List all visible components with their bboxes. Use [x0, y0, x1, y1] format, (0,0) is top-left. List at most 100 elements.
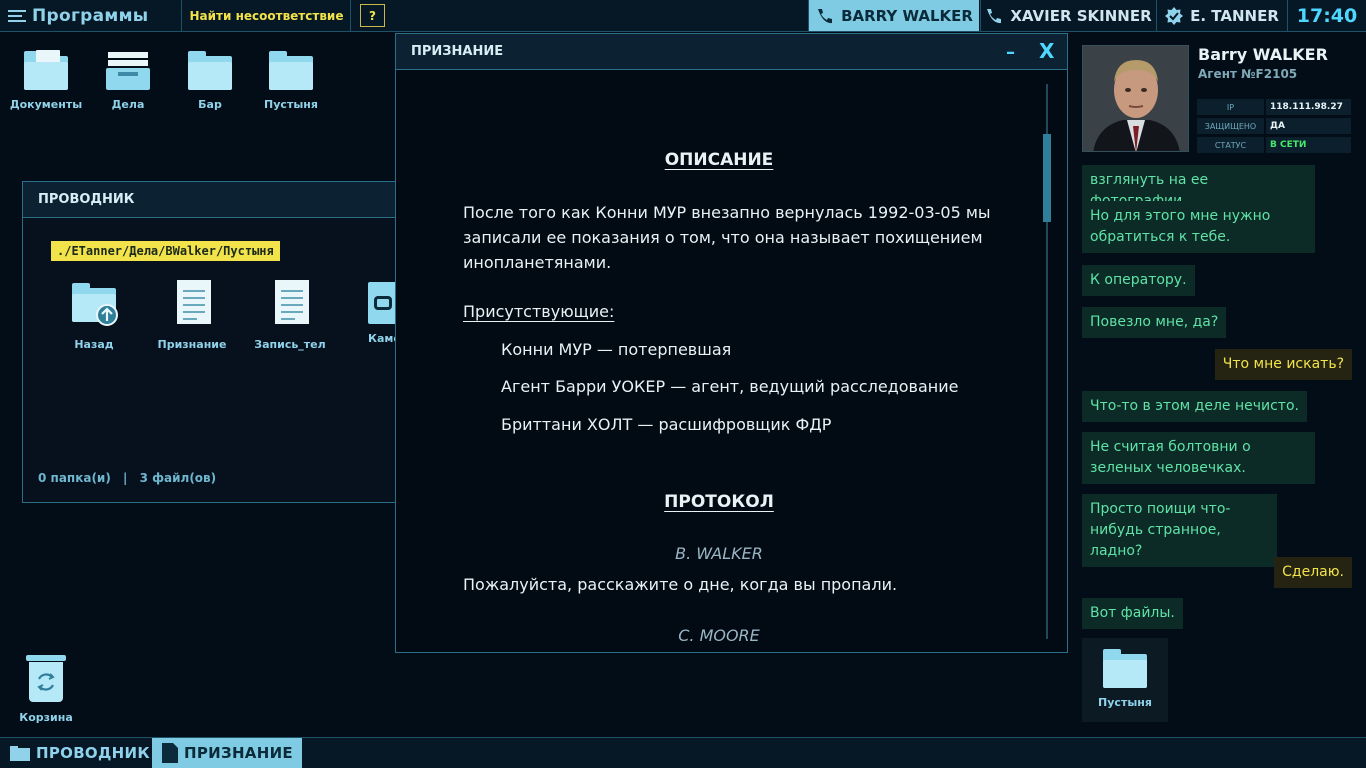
desktop-icon-cases[interactable]: Дела — [88, 48, 168, 111]
present-item: Бриттани ХОЛТ — расшифровщик ФДР — [501, 415, 832, 434]
desktop-icon-documents[interactable]: Документы — [6, 48, 86, 111]
menu-icon — [8, 9, 26, 23]
contact-agent-id: Агент №F2105 — [1198, 67, 1298, 81]
contact-tab-label: XAVIER SKINNER — [1010, 6, 1152, 25]
document-icon — [266, 280, 314, 332]
file-back[interactable]: Назад — [54, 280, 134, 351]
minimize-button[interactable]: – — [1006, 42, 1015, 63]
confession-window: ПРИЗНАНИЕ – X ОПИСАНИЕ После того как Ко… — [395, 33, 1068, 653]
chat-message-incoming: Не считая болтовни о зеленых человечках. — [1082, 432, 1315, 484]
description-heading: ОПИСАНИЕ — [664, 150, 774, 170]
find-mismatch-button[interactable]: Найти несоответствие — [183, 0, 351, 31]
file-label: Каме — [368, 332, 398, 345]
status-separator: | — [123, 471, 128, 485]
file-label: Запись_тел — [254, 338, 326, 351]
programs-label: Программы — [32, 5, 149, 26]
camera-icon — [368, 280, 398, 332]
shared-folder-label: Пустыня — [1098, 696, 1152, 709]
explorer-title-bar[interactable]: ПРОВОДНИК — [23, 182, 399, 218]
taskbar-label: ПРИЗНАНИЕ — [184, 744, 293, 762]
chat-message-incoming: Но для этого мне нужно обратиться к тебе… — [1082, 201, 1315, 253]
chat-message-incoming: Что-то в этом деле нечисто. — [1082, 391, 1307, 422]
explorer-title: ПРОВОДНИК — [38, 192, 135, 207]
confession-title: ПРИЗНАНИЕ — [411, 44, 504, 59]
file-label: Назад — [74, 338, 114, 351]
top-bar: Программы Найти несоответствие ? BARRY W… — [0, 0, 1366, 32]
confession-title-bar[interactable]: ПРИЗНАНИЕ – X — [396, 34, 1067, 70]
desktop-icon-label: Пустыня — [264, 98, 318, 111]
contact-photo — [1082, 45, 1189, 152]
protocol-heading: ПРОТОКОЛ — [664, 492, 774, 512]
transcript-line: Пожалуйста, расскажите о дне, когда вы п… — [463, 575, 898, 594]
speaker-label: B. WALKER — [675, 544, 763, 563]
programs-menu-button[interactable]: Программы — [0, 0, 182, 31]
trash-label: Корзина — [19, 711, 73, 724]
info-value: 118.111.98.27 — [1266, 99, 1351, 115]
explorer-status-bar: 0 папка(и) | 3 файл(ов) — [38, 471, 216, 485]
phone-icon — [818, 8, 833, 23]
documents-folder-icon — [22, 48, 70, 92]
contact-tab-label: E. TANNER — [1190, 6, 1279, 25]
folder-count: 0 папка(и) — [38, 471, 111, 485]
file-phone-record[interactable]: Запись_тел — [250, 280, 330, 351]
contact-tab-barry-walker[interactable]: BARRY WALKER — [808, 0, 979, 31]
contact-panel: Barry WALKER Агент №F2105 IP 118.111.98.… — [1070, 33, 1366, 736]
info-key: СТАТУС — [1197, 137, 1264, 153]
present-heading: Присутствующие: — [463, 302, 615, 321]
badge-icon — [1165, 6, 1184, 25]
info-value: ДА — [1266, 118, 1351, 134]
folder-up-icon — [70, 280, 118, 332]
chat-message-incoming: Просто поищи что-нибудь странное, ладно? — [1082, 494, 1277, 567]
desktop-icon-label: Дела — [111, 98, 145, 111]
document-icon — [162, 743, 178, 763]
speaker-label: C. MOORE — [678, 626, 760, 645]
file-count: 3 файл(ов) — [139, 471, 217, 485]
info-key: IP — [1197, 99, 1264, 115]
folder-icon — [1101, 646, 1149, 690]
description-line: записали ее показания о том, что она наз… — [463, 228, 983, 247]
help-button[interactable]: ? — [360, 4, 385, 27]
chat-message-outgoing: Сделаю. — [1274, 557, 1352, 588]
taskbar-item-explorer[interactable]: ПРОВОДНИК — [0, 738, 150, 768]
chat-message-incoming: Повезло мне, да? — [1082, 307, 1227, 338]
document-icon — [168, 280, 216, 332]
desktop-icon-label: Бар — [198, 98, 222, 111]
desktop-icon-desert[interactable]: Пустыня — [251, 48, 331, 111]
folder-icon — [267, 48, 315, 92]
info-key: ЗАЩИЩЕНО — [1197, 118, 1264, 134]
path-breadcrumb: ./ETanner/Дела/BWalker/Пустыня — [51, 241, 280, 261]
status-online-badge: В СЕТИ — [1266, 137, 1351, 153]
present-item: Агент Барри УОКЕР — агент, ведущий рассл… — [501, 377, 959, 396]
info-row-status: СТАТУС В СЕТИ — [1197, 137, 1351, 153]
desktop-icon-bar[interactable]: Бар — [170, 48, 250, 111]
description-line: После того как Конни МУР внезапно вернул… — [463, 203, 991, 222]
info-row-secured: ЗАЩИЩЕНО ДА — [1197, 118, 1351, 134]
contact-tab-label: BARRY WALKER — [841, 6, 973, 25]
file-confession[interactable]: Признание — [152, 280, 232, 351]
chat-message-incoming: Вот файлы. — [1082, 598, 1183, 629]
explorer-window: ПРОВОДНИК ./ETanner/Дела/BWalker/Пустыня… — [22, 181, 400, 503]
shared-folder-desert[interactable]: Пустыня — [1082, 638, 1168, 722]
clock: 17:40 — [1287, 0, 1366, 31]
taskbar-item-confession[interactable]: ПРИЗНАНИЕ — [152, 738, 302, 768]
chat-message-outgoing: Что мне искать? — [1214, 349, 1352, 380]
close-button[interactable]: X — [1039, 39, 1054, 63]
contact-tab-e-tanner[interactable]: E. TANNER — [1156, 0, 1286, 31]
desktop-icon-label: Документы — [9, 98, 83, 111]
scrollbar-thumb[interactable] — [1043, 134, 1051, 222]
cases-tray-icon — [104, 48, 152, 92]
file-camera[interactable]: Каме — [348, 280, 398, 345]
contact-name: Barry WALKER — [1198, 45, 1328, 64]
trash-bin-icon — [26, 655, 66, 705]
present-item: Конни МУР — потерпевшая — [501, 340, 732, 359]
taskbar-label: ПРОВОДНИК — [36, 744, 150, 762]
phone-icon — [987, 8, 1002, 23]
folder-icon — [186, 48, 234, 92]
chat-message-incoming: К оператору. — [1082, 265, 1195, 296]
contact-tab-xavier-skinner[interactable]: XAVIER SKINNER — [980, 0, 1155, 31]
file-label: Признание — [157, 338, 227, 351]
desktop-icon-trash[interactable]: Корзина — [8, 655, 84, 724]
description-line: инопланетянами. — [463, 253, 612, 272]
info-row-ip: IP 118.111.98.27 — [1197, 99, 1351, 115]
folder-icon — [10, 746, 30, 761]
